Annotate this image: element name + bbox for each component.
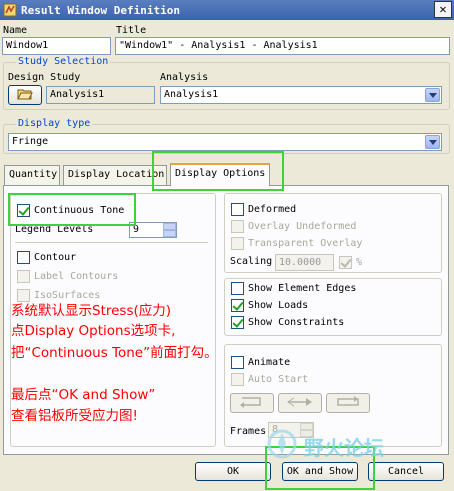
contour-option[interactable]: Contour: [17, 251, 76, 264]
scaling-input[interactable]: 10.0000: [275, 254, 334, 271]
show-loads-checkbox[interactable]: [231, 299, 244, 312]
analysis-dropdown[interactable]: Analysis1: [160, 86, 442, 104]
show-element-edges-option[interactable]: Show Element Edges: [231, 282, 356, 295]
display-type-value: Fringe: [12, 136, 49, 147]
divider: [15, 242, 208, 243]
animate-checkbox[interactable]: [231, 356, 244, 369]
close-icon: ✕: [439, 2, 447, 16]
animate-option[interactable]: Animate: [231, 356, 290, 369]
annotation-line-2: 点Display Options选项卡,: [11, 323, 176, 339]
design-study-label: Design Study: [8, 72, 81, 83]
transparent-overlay-label: Transparent Overlay: [248, 238, 363, 249]
study-selection-title: Study Selection: [16, 56, 111, 67]
analysis-label: Analysis: [160, 72, 209, 83]
auto-start-checkbox[interactable]: [231, 373, 244, 386]
window-title: Result Window Definition: [21, 3, 180, 17]
watermark-text: 野火论坛: [304, 436, 384, 460]
animate-loop-button[interactable]: [326, 393, 370, 413]
spinner-buttons[interactable]: [163, 223, 176, 237]
ok-button[interactable]: OK: [195, 462, 271, 481]
show-loads-option[interactable]: Show Loads: [231, 299, 308, 312]
loop-forward-icon: [238, 396, 266, 411]
highlight-continuous-tone: [8, 193, 136, 226]
auto-start-option[interactable]: Auto Start: [231, 373, 308, 386]
spin-down-icon[interactable]: [163, 230, 176, 237]
iso-surfaces-option[interactable]: IsoSurfaces: [17, 289, 100, 302]
watermark-logo-icon: [262, 427, 302, 464]
app-icon: [3, 3, 17, 17]
name-input[interactable]: Window1: [2, 37, 111, 55]
open-folder-icon: [17, 87, 33, 103]
chevron-down-icon[interactable]: [425, 88, 440, 102]
name-label: Name: [3, 25, 28, 36]
tab-quantity[interactable]: Quantity: [4, 165, 60, 185]
display-type-dropdown[interactable]: Fringe: [8, 133, 442, 151]
open-study-button[interactable]: [8, 85, 42, 105]
show-element-edges-label: Show Element Edges: [248, 283, 357, 294]
iso-surfaces-label: IsoSurfaces: [34, 290, 101, 301]
display-type-title: Display type: [16, 118, 93, 129]
transparent-overlay-checkbox[interactable]: [231, 237, 244, 250]
label-contours-option[interactable]: Label Contours: [17, 270, 118, 283]
animate-step-button[interactable]: [278, 393, 322, 413]
frames-label: Frames: [230, 426, 267, 437]
spin-up-icon[interactable]: [163, 223, 176, 230]
overlay-undeformed-option[interactable]: Overlay Undeformed: [231, 220, 356, 233]
show-constraints-label: Show Constraints: [248, 317, 345, 328]
deformed-option[interactable]: Deformed: [231, 203, 296, 216]
show-constraints-option[interactable]: Show Constraints: [231, 316, 344, 329]
contour-checkbox[interactable]: [17, 251, 30, 264]
overlay-undeformed-label: Overlay Undeformed: [248, 221, 357, 232]
animate-start-button[interactable]: [230, 393, 274, 413]
design-study-field: Analysis1: [46, 86, 155, 104]
show-element-edges-checkbox[interactable]: [231, 282, 244, 295]
legend-levels-spinner[interactable]: 9: [129, 222, 177, 238]
label-contours-checkbox[interactable]: [17, 270, 30, 283]
analysis-value: Analysis1: [164, 89, 219, 100]
auto-start-label: Auto Start: [248, 374, 309, 385]
annotation-line-3: 把“Continuous Tone”前面打勾。: [11, 345, 218, 361]
deformed-checkbox[interactable]: [231, 203, 244, 216]
overlay-undeformed-checkbox[interactable]: [231, 220, 244, 233]
deformed-label: Deformed: [248, 204, 297, 215]
show-loads-label: Show Loads: [248, 300, 309, 311]
annotation-line-4: 最后点“OK and Show”: [11, 387, 156, 403]
label-contours-label: Label Contours: [34, 271, 119, 282]
show-constraints-checkbox[interactable]: [231, 316, 244, 329]
highlight-display-options-tab: [152, 151, 284, 191]
scaling-percent-checkbox[interactable]: [339, 256, 352, 269]
title-bar: Result Window Definition: [0, 0, 454, 20]
animate-label: Animate: [248, 357, 291, 368]
chevron-down-icon[interactable]: [425, 135, 440, 149]
step-icon: [286, 396, 314, 411]
contour-label: Contour: [34, 252, 77, 263]
iso-surfaces-checkbox[interactable]: [17, 289, 30, 302]
loop-icon: [334, 395, 362, 411]
annotation-line-5: 查看铝板所受应力图!: [11, 408, 138, 424]
percent-label: %: [356, 257, 363, 268]
scaling-label: Scaling: [230, 256, 273, 267]
title-input[interactable]: "Window1" - Analysis1 - Analysis1: [115, 37, 450, 55]
annotation-line-1: 系统默认显示Stress(应力): [11, 303, 172, 319]
close-button[interactable]: ✕: [434, 1, 452, 18]
title-label: Title: [116, 25, 147, 36]
scaling-percent-option[interactable]: %: [339, 256, 362, 269]
cancel-button[interactable]: Cancel: [368, 462, 444, 481]
transparent-overlay-option[interactable]: Transparent Overlay: [231, 237, 362, 250]
